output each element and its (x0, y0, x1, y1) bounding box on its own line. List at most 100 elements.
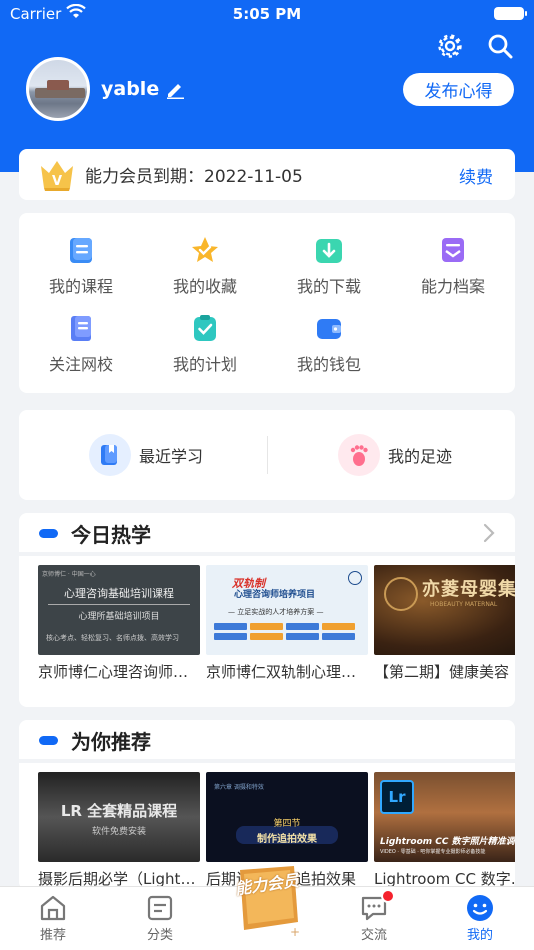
menu-label: 关注网校 (48, 355, 113, 374)
section-title: 为你推荐 (71, 729, 151, 754)
thumb-text: 心理所基础培训项目 (78, 612, 160, 622)
menu-my-wallet[interactable]: 我的钱包 (267, 313, 391, 375)
section-marker (39, 528, 58, 538)
thumb-text: 心理咨询基础培训课程 (64, 587, 174, 600)
menu-ability-archive[interactable]: 能力档案 (391, 235, 515, 297)
hot-today-section: 今日热学 京师博仁 · 中国一心 心理咨询基础培训课程 心理所基础培训项目 核心… (19, 513, 515, 707)
quick-access-card: 最近学习 我的足迹 (19, 410, 515, 500)
settings-gear-icon[interactable] (436, 32, 464, 60)
section-marker (39, 735, 58, 745)
menu-label: 能力档案 (420, 277, 485, 296)
vip-crown-icon: V (41, 160, 73, 191)
edit-pencil-icon[interactable] (165, 79, 185, 99)
renew-link[interactable]: 续费 (459, 163, 493, 188)
thumb-text: VIDEO · 零基础 · 吧你掌握专业摄影师必备技能 (380, 849, 486, 855)
footprint-label: 我的足迹 (388, 447, 453, 466)
course-thumbnail: 双轨制 心理咨询师培养项目 — 立足实战的人才培养方案 — (206, 565, 368, 655)
thumb-text: LR 全套精品课程 (60, 802, 178, 820)
course-card[interactable]: 双轨制 心理咨询师培养项目 — 立足实战的人才培养方案 — 京师博仁双轨制心理咨… (206, 565, 368, 682)
tab-label: 交流 (360, 928, 387, 943)
search-icon[interactable] (486, 32, 514, 60)
section-title: 今日热学 (71, 522, 151, 547)
thumb-text: 心理咨询师培养项目 (234, 590, 316, 600)
section-header: 为你推荐 (19, 720, 515, 760)
menu-label: 我的钱包 (296, 355, 361, 374)
divider (267, 436, 268, 474)
menu-label: 我的计划 (172, 355, 237, 374)
footprint-button[interactable]: 我的足迹 (338, 434, 452, 476)
header-actions (436, 32, 514, 60)
course-thumbnail: LR 全套精品课程 软件免费安装 (38, 772, 200, 862)
svg-text:+: + (290, 925, 300, 939)
tab-label: 我的 (466, 928, 493, 943)
clock: 5:05 PM (232, 5, 302, 23)
school-icon (71, 316, 91, 341)
category-icon (147, 895, 173, 921)
chevron-right-icon[interactable] (481, 522, 497, 544)
status-bar: Carrier 5:05 PM (0, 0, 534, 28)
tab-label: 分类 (146, 928, 173, 943)
course-card[interactable]: Lr Lightroom CC 数字照片精准调 VIDEO · 零基础 · 吧你… (374, 772, 515, 889)
menu-follow-school[interactable]: 关注网校 (19, 313, 143, 375)
thumb-tag: 京师博仁 · 中国一心 (42, 571, 96, 578)
plan-icon (194, 315, 216, 341)
course-title: 京师博仁心理咨询师基础培训课程 (38, 663, 200, 681)
menu-my-courses[interactable]: 我的课程 (19, 235, 143, 297)
recent-learning-button[interactable]: 最近学习 (89, 434, 203, 476)
notification-badge (381, 889, 395, 903)
course-thumbnail: Lr Lightroom CC 数字照片精准调 VIDEO · 零基础 · 吧你… (374, 772, 515, 862)
thumb-text: 亦菱母婴集团 (422, 579, 515, 600)
course-thumbnail: 京师博仁 · 中国一心 心理咨询基础培训课程 心理所基础培训项目 核心考点、轻松… (38, 565, 200, 655)
footprint-icon (338, 434, 380, 476)
course-title: 【第二期】健康美容 (374, 663, 510, 681)
archive-icon (442, 238, 464, 262)
thumb-text: — 立足实战的人才培养方案 — (228, 608, 324, 616)
hot-course-list: 京师博仁 · 中国一心 心理咨询基础培训课程 心理所基础培训项目 核心考点、轻松… (38, 565, 515, 705)
lightroom-logo-icon: Lr (380, 780, 414, 814)
course-thumbnail: 亦菱母婴集团 HOBEAUTY MATERNAL (374, 565, 515, 655)
menu-my-plan[interactable]: 我的计划 (143, 313, 267, 375)
course-card[interactable]: 京师博仁 · 中国一心 心理咨询基础培训课程 心理所基础培训项目 核心考点、轻松… (38, 565, 200, 682)
menu-label: 我的下载 (296, 277, 361, 296)
function-menu: 我的课程 我的收藏 我的下载 能力档案 关注网校 我的计划 我的钱包 (19, 213, 515, 393)
svg-text:V: V (52, 174, 62, 189)
menu-my-favorites[interactable]: 我的收藏 (143, 235, 267, 297)
star-icon (192, 237, 218, 262)
menu-label: 我的收藏 (172, 277, 237, 296)
tab-community[interactable]: 交流 (334, 893, 414, 943)
course-card[interactable]: 亦菱母婴集团 HOBEAUTY MATERNAL 【第二期】健康美容 (374, 565, 515, 682)
tab-label: 推荐 (39, 928, 66, 943)
recent-learning-label: 最近学习 (139, 447, 204, 466)
avatar[interactable] (26, 57, 90, 121)
course-card[interactable]: LR 全套精品课程 软件免费安装 摄影后期必学（Lightroom） (38, 772, 200, 889)
thumb-text: 软件免费安装 (91, 827, 146, 837)
thumb-text: 第四节 (273, 819, 301, 829)
recent-book-icon (89, 434, 131, 476)
brand-logo-icon (384, 577, 418, 611)
thumb-text: 第六章 调摄和特效 (214, 784, 264, 791)
tab-mine[interactable]: 我的 (440, 893, 520, 943)
home-icon (40, 895, 66, 921)
smile-user-icon (467, 895, 493, 921)
membership-expiry: 能力会员到期：2022-11-05 (85, 167, 303, 187)
thumb-text: 核心考点、轻松复习、名师点拨、高效学习 (46, 634, 179, 642)
thumb-text: HOBEAUTY MATERNAL (430, 601, 498, 608)
membership-card[interactable]: V 能力会员到期：2022-11-05 续费 (19, 149, 515, 200)
tab-category[interactable]: 分类 (120, 893, 200, 943)
thumb-text: 制作追拍效果 (257, 834, 317, 845)
tab-recommend[interactable]: 推荐 (13, 893, 93, 943)
thumb-chips (214, 623, 364, 640)
tab-vip-member[interactable]: + 能力会员 (232, 860, 302, 940)
profile-block: yable (26, 57, 185, 121)
username[interactable]: yable (101, 78, 159, 100)
divider (19, 759, 515, 763)
publish-notes-button[interactable]: 发布心得 (403, 73, 514, 106)
download-icon (316, 239, 342, 263)
menu-label: 我的课程 (48, 277, 113, 296)
menu-my-downloads[interactable]: 我的下载 (267, 235, 391, 297)
course-title: 京师博仁双轨制心理咨询师培养项目 (206, 663, 368, 681)
course-icon (70, 238, 92, 263)
battery-icon (494, 7, 527, 20)
course-thumbnail: 第六章 调摄和特效 第四节 制作追拍效果 (206, 772, 368, 862)
section-header[interactable]: 今日热学 (19, 513, 515, 553)
